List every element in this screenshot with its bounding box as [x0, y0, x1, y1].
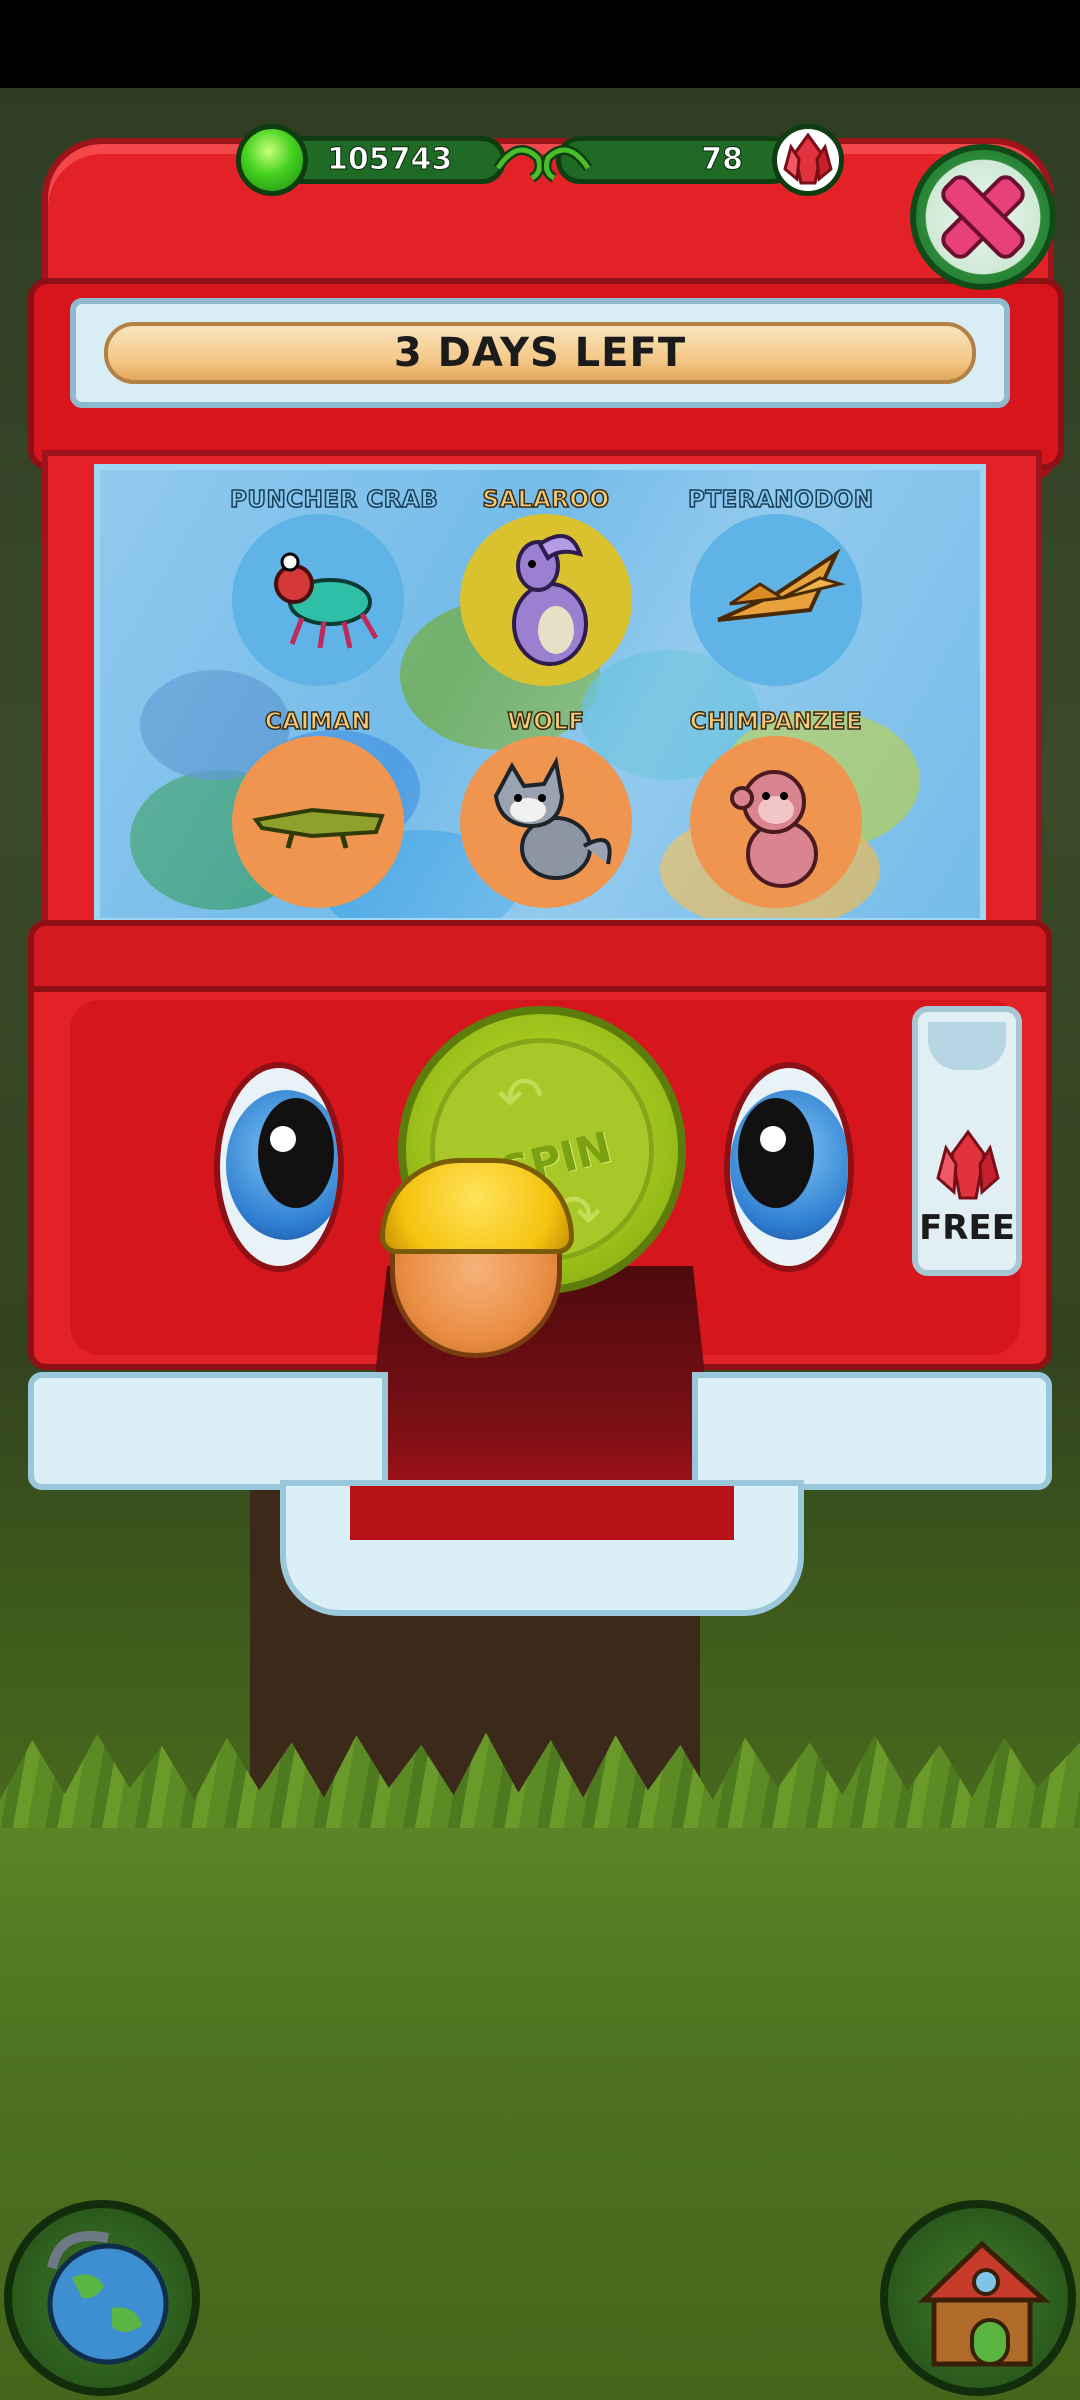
prize-circle — [232, 736, 404, 908]
prize-window: PUNCHER CRAB SALAROO PTERANODON CAIMAN W… — [94, 464, 986, 924]
red-gem-icon — [936, 1129, 1000, 1200]
right-eye — [724, 1062, 854, 1272]
green-gem-count: 105743 — [326, 142, 453, 178]
tray-left — [28, 1372, 388, 1490]
prize-name: PTERANODON — [687, 486, 874, 514]
prize-caiman[interactable]: CAIMAN — [230, 708, 406, 908]
prize-name: CAIMAN — [264, 708, 372, 736]
coin-slot — [928, 1022, 1006, 1070]
globe-icon — [47, 2231, 169, 2365]
prize-circle — [690, 514, 862, 686]
red-gem-icon — [772, 124, 844, 196]
prize-tray — [280, 1480, 804, 1616]
crab-icon — [274, 552, 379, 649]
time-left-banner: 3 DAYS LEFT — [70, 298, 1010, 408]
vine-ornament-icon — [493, 145, 593, 183]
prize-wolf[interactable]: WOLF — [458, 708, 634, 908]
close-button[interactable] — [910, 144, 1056, 290]
machine-body-band — [28, 920, 1052, 992]
prize-chimpanzee[interactable]: CHIMPANZEE — [688, 708, 864, 908]
left-eye — [214, 1062, 344, 1272]
time-left-label: 3 DAYS LEFT — [104, 322, 976, 384]
prize-name: PUNCHER CRAB — [229, 486, 439, 514]
currency-bar: 105743 78 — [236, 124, 846, 196]
green-gem-icon — [236, 124, 308, 196]
house-icon — [917, 2240, 1051, 2367]
prize-pteranodon[interactable]: PTERANODON — [687, 486, 874, 686]
prize-name: SALAROO — [482, 486, 610, 514]
home-button[interactable] — [880, 2200, 1076, 2396]
tray-right — [692, 1372, 1052, 1490]
chimpanzee-icon — [730, 770, 818, 888]
free-label: FREE — [919, 1208, 1015, 1248]
prize-name: CHIMPANZEE — [689, 708, 863, 736]
salaroo-icon — [512, 534, 588, 666]
prize-circle — [690, 736, 862, 908]
prize-name: WOLF — [507, 708, 585, 736]
capsule-ball-icon — [372, 1158, 582, 1358]
prize-puncher-crab[interactable]: PUNCHER CRAB — [229, 486, 439, 686]
prize-circle — [232, 514, 404, 686]
world-map-button[interactable] — [4, 2200, 200, 2396]
close-x-icon — [941, 175, 1025, 259]
green-gem-counter: 105743 — [276, 136, 506, 184]
rotate-arrow-icon: ↶ — [497, 1065, 544, 1130]
free-spin-button[interactable]: FREE — [912, 1006, 1022, 1276]
caiman-icon — [252, 807, 385, 849]
red-gem-count: 78 — [701, 142, 744, 178]
prize-circle — [460, 514, 632, 686]
wolf-icon — [493, 756, 612, 880]
prize-salaroo[interactable]: SALAROO — [458, 486, 634, 686]
prize-circle — [460, 736, 632, 908]
pteranodon-icon — [717, 548, 846, 622]
status-bar — [0, 0, 1080, 88]
